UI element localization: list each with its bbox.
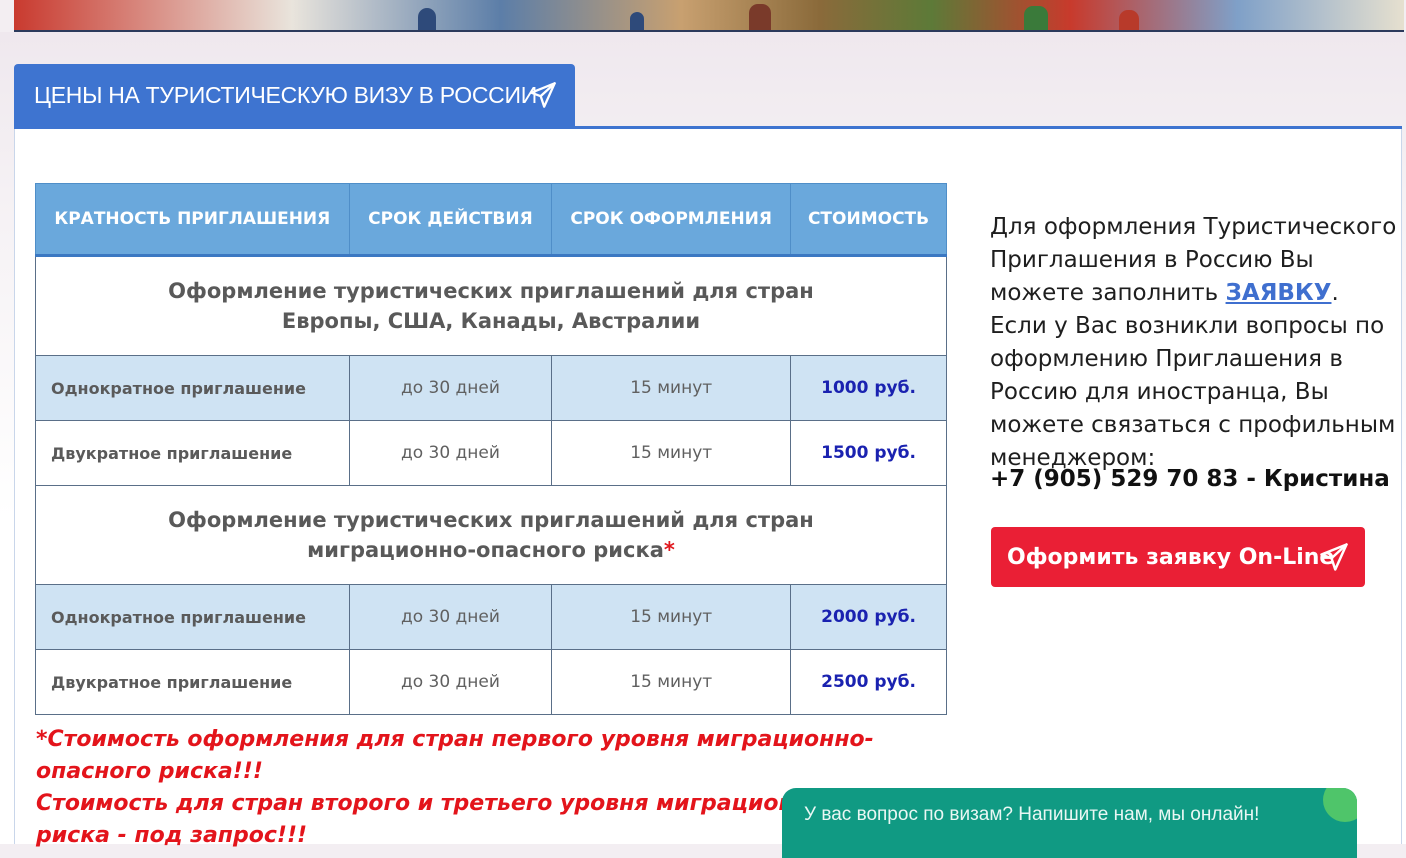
paper-plane-icon — [530, 82, 556, 108]
footnote-line: *Стоимость оформления для стран первого … — [36, 727, 874, 784]
validity-period: до 30 дней — [348, 355, 553, 421]
table-row: Двукратное приглашение до 30 дней 15 мин… — [35, 649, 947, 715]
invitation-type: Двукратное приглашение — [35, 420, 350, 486]
chat-status-indicator — [1323, 788, 1357, 822]
section-title-line: Оформление туристических приглашений для… — [168, 279, 814, 303]
column-header-multiplicity: КРАТНОСТЬ ПРИГЛАШЕНИЯ — [35, 183, 350, 257]
table-header-row: КРАТНОСТЬ ПРИГЛАШЕНИЯ СРОК ДЕЙСТВИЯ СРОК… — [35, 183, 947, 257]
tab-underline — [14, 126, 1402, 129]
section-title-risk: Оформление туристических приглашений для… — [35, 485, 947, 585]
table-row: Однократное приглашение до 30 дней 15 ми… — [35, 355, 947, 421]
invitation-type: Двукратное приглашение — [35, 649, 350, 715]
banner-dome — [1024, 6, 1048, 30]
order-button-label: Оформить заявку On-Line — [1007, 544, 1335, 570]
price-value: 2500 руб. — [790, 649, 947, 715]
section-title-line: Оформление туристических приглашений для… — [168, 508, 814, 532]
chat-widget[interactable]: У вас вопрос по визам? Напишите нам, мы … — [782, 788, 1357, 858]
application-link[interactable]: ЗАЯВКУ — [1226, 280, 1332, 306]
validity-period: до 30 дней — [348, 584, 553, 650]
section-title-europe: Оформление туристических приглашений для… — [35, 255, 947, 356]
validity-period: до 30 дней — [348, 649, 553, 715]
price-value: 1000 руб. — [790, 355, 947, 421]
section-row: Оформление туристических приглашений для… — [35, 485, 947, 585]
table-row: Двукратное приглашение до 30 дней 15 мин… — [35, 420, 947, 486]
section-title-line: миграционно-опасного риска — [307, 538, 664, 562]
invitation-type: Однократное приглашение — [35, 584, 350, 650]
column-header-price: СТОИМОСТЬ — [790, 183, 947, 257]
processing-time: 15 минут — [551, 420, 792, 486]
invitation-type: Однократное приглашение — [35, 355, 350, 421]
order-online-button[interactable]: Оформить заявку On-Line — [991, 527, 1365, 587]
price-table: КРАТНОСТЬ ПРИГЛАШЕНИЯ СРОК ДЕЙСТВИЯ СРОК… — [35, 183, 947, 715]
manager-phone: +7 (905) 529 70 83 - Кристина — [990, 466, 1390, 492]
banner-dome — [1119, 10, 1139, 30]
processing-time: 15 минут — [551, 649, 792, 715]
column-header-validity: СРОК ДЕЙСТВИЯ — [348, 183, 553, 257]
column-header-processing: СРОК ОФОРМЛЕНИЯ — [551, 183, 792, 257]
contact-info-text: Для оформления Туристического Приглашени… — [990, 211, 1400, 475]
chat-widget-text: У вас вопрос по визам? Напишите нам, мы … — [804, 804, 1260, 825]
footnote-asterisk: * — [663, 538, 675, 562]
section-title-line: Европы, США, Канады, Австралии — [281, 309, 701, 333]
banner-dome — [749, 4, 771, 30]
info-text-after: . Если у Вас возникли вопросы по оформле… — [990, 280, 1396, 471]
processing-time: 15 минут — [551, 355, 792, 421]
processing-time: 15 минут — [551, 584, 792, 650]
price-value: 1500 руб. — [790, 420, 947, 486]
tab-tourist-visa-prices[interactable]: ЦЕНЫ НА ТУРИСТИЧЕСКУЮ ВИЗУ В РОССИИ — [14, 64, 575, 126]
table-row: Однократное приглашение до 30 дней 15 ми… — [35, 584, 947, 650]
price-value: 2000 руб. — [790, 584, 947, 650]
banner-dome — [630, 12, 644, 30]
paper-plane-icon — [1320, 543, 1348, 571]
tab-title: ЦЕНЫ НА ТУРИСТИЧЕСКУЮ ВИЗУ В РОССИИ — [34, 81, 537, 108]
validity-period: до 30 дней — [348, 420, 553, 486]
section-row: Оформление туристических приглашений для… — [35, 255, 947, 356]
banner-dome — [418, 8, 436, 30]
header-banner-image — [14, 0, 1404, 32]
